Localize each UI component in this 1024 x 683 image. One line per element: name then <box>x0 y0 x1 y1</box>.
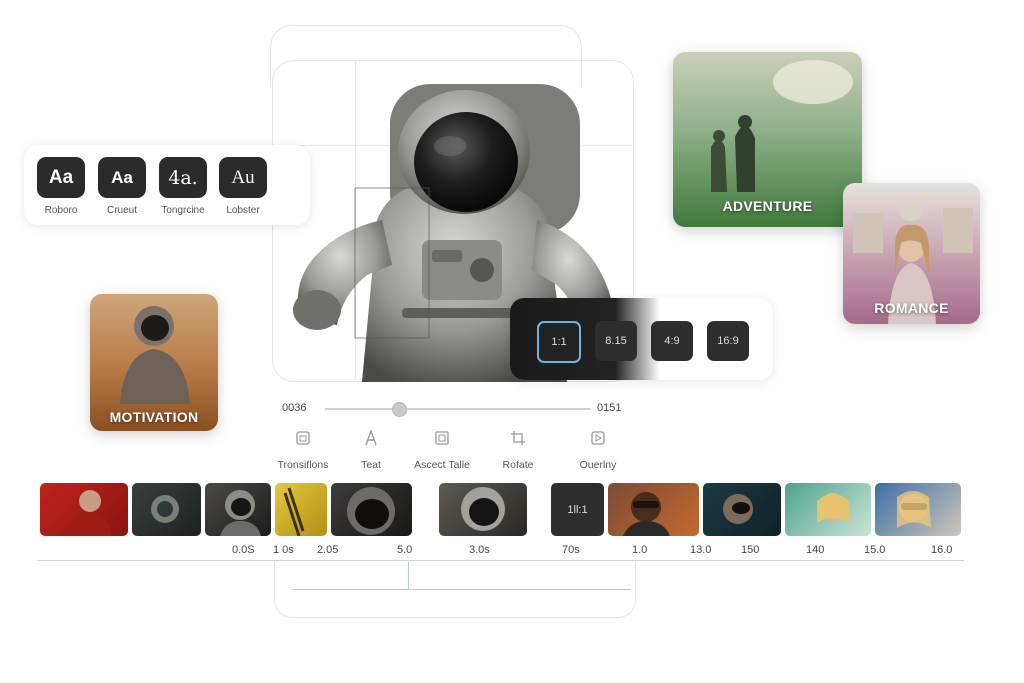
tool-text[interactable]: Teat <box>352 428 390 471</box>
tool-overlay[interactable]: Ouerlny <box>574 430 622 471</box>
aspect-ratio-panel: 1:1 8.15 4:9 16:9 <box>510 298 773 380</box>
font-preview-tile: Aa <box>98 157 146 198</box>
ratio-panel-backdrop <box>510 298 660 380</box>
theme-card-motivation[interactable]: MOTIVATION <box>90 294 218 431</box>
ratio-option-1-1[interactable]: 1:1 <box>537 321 581 363</box>
font-preview-tile: 4a. <box>159 157 207 198</box>
timeline-tick: 3.0s <box>469 544 490 556</box>
timeline-clip[interactable] <box>275 483 327 536</box>
theme-label-adventure: ADVENTURE <box>722 198 813 214</box>
theme-label-romance: ROMANCE <box>874 300 949 316</box>
timeline-clip[interactable] <box>608 483 699 536</box>
theme-card-adventure[interactable]: ADVENTURE <box>673 52 862 227</box>
slider-end-time: 0151 <box>597 402 622 414</box>
timeline-clip[interactable] <box>785 483 871 536</box>
font-name-label: Lobster <box>226 205 260 216</box>
timeline-clip[interactable] <box>331 483 412 536</box>
font-preview-tile: Au <box>219 157 267 198</box>
tool-label: Ouerlny <box>579 459 617 471</box>
timeline-tick: 15.0 <box>864 544 886 556</box>
font-name-label: Roboro <box>44 205 78 216</box>
font-preview-tile: Aa <box>37 157 85 198</box>
ratio-clip-label: 1ll:1 <box>567 503 588 516</box>
ratio-option-4-9[interactable]: 4:9 <box>651 321 693 361</box>
timeline-slider-thumb[interactable] <box>392 402 408 417</box>
theme-label-motivation: MOTIVATION <box>109 409 199 425</box>
timeline-ratio-clip[interactable]: 1ll:1 <box>551 483 604 536</box>
font-picker-panel: Aa Roboro Aa Crueut 4a. Tongrcine Au Lob… <box>24 145 310 225</box>
timeline-tick: 2.05 <box>317 544 339 556</box>
timeline-tick: 13.0 <box>690 544 712 556</box>
overlay-icon <box>591 431 605 445</box>
font-option-tongrcine[interactable]: 4a. Tongrcine <box>159 157 207 216</box>
font-option-lobster[interactable]: Au Lobster <box>219 157 267 216</box>
timeline-clip[interactable] <box>40 483 128 536</box>
tool-rotate[interactable]: Rofate <box>498 430 538 471</box>
font-name-label: Crueut <box>106 205 137 216</box>
font-option-roboro[interactable]: Aa Roboro <box>37 157 85 216</box>
timeline-tick: 5.0 <box>397 544 413 556</box>
timeline-clip[interactable] <box>703 483 781 536</box>
timeline-baseline <box>38 560 964 561</box>
font-option-crueut[interactable]: Aa Crueut <box>98 157 146 216</box>
playhead-marker[interactable] <box>408 562 409 590</box>
theme-card-romance[interactable]: ROMANCE <box>843 183 980 324</box>
timeline-clip[interactable] <box>205 483 271 536</box>
crop-rotate-icon <box>511 431 525 445</box>
transitions-icon <box>296 431 310 445</box>
font-name-label: Tongrcine <box>161 205 205 216</box>
timeline-tick: 1 0s <box>273 544 294 556</box>
text-icon <box>365 428 377 446</box>
aspect-ratio-icon <box>435 431 449 445</box>
ratio-option-16-9[interactable]: 16:9 <box>707 321 749 361</box>
timeline-tick: 70s <box>562 544 580 556</box>
timeline-tick: 16.0 <box>931 544 953 556</box>
slider-start-time: 0036 <box>282 402 307 414</box>
tool-label: Teat <box>361 459 381 471</box>
timeline-slider-track[interactable] <box>325 408 590 410</box>
tool-label: Tronsiflons <box>277 459 329 471</box>
tool-label: Ascect Talle <box>414 459 470 471</box>
timeline-tick: 1.0 <box>632 544 648 556</box>
tool-aspect-ratio[interactable]: Ascect Talle <box>410 430 474 471</box>
timeline-clip[interactable] <box>439 483 527 536</box>
tool-transitions[interactable]: Tronsiflons <box>272 430 334 471</box>
bottom-panel-frame <box>274 562 636 618</box>
audio-track-line <box>293 589 631 590</box>
timeline-clip[interactable] <box>132 483 201 536</box>
tool-label: Rofate <box>502 459 534 471</box>
timeline-tick: 140 <box>806 544 825 556</box>
ratio-option-8-15[interactable]: 8.15 <box>595 321 637 361</box>
timeline-clip[interactable] <box>875 483 961 536</box>
timeline-tick: 150 <box>741 544 760 556</box>
timeline-tick: 0.0S <box>232 544 255 556</box>
